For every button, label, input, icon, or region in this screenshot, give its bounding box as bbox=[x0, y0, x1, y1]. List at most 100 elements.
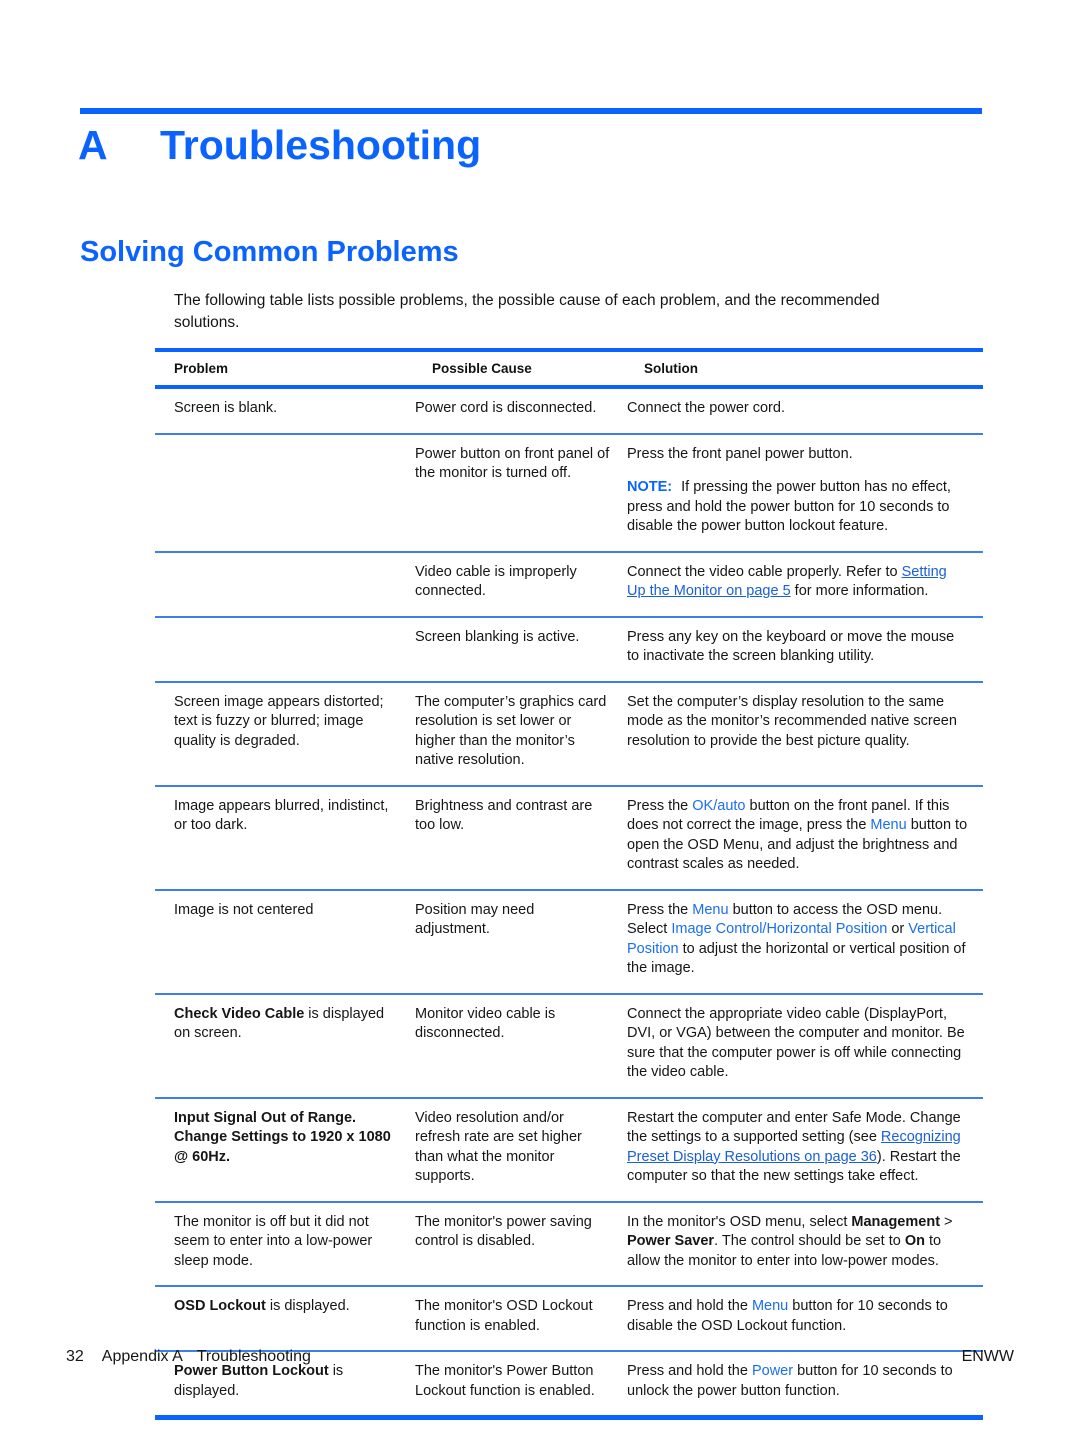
ui-term-menu: Menu bbox=[751, 1298, 789, 1314]
solution-text: Press and hold the Power button for 10 s… bbox=[627, 1362, 969, 1401]
cause-text: Video cable is improperly connected. bbox=[415, 563, 577, 600]
cell-problem: Image appears blurred, indistinct, or to… bbox=[155, 785, 413, 891]
footer-page-number: 32 bbox=[66, 1348, 84, 1365]
cell-problem: Image is not centered bbox=[155, 889, 413, 995]
cause-text: Power cord is disconnected. bbox=[415, 400, 597, 416]
solution-part: In the monitor's OSD menu, select bbox=[627, 1213, 852, 1230]
cell-problem: Check Video Cable is displayed on screen… bbox=[155, 993, 413, 1099]
cell-problem: Input Signal Out of Range. Change Settin… bbox=[155, 1097, 413, 1203]
cell-solution: Press any key on the keyboard or move th… bbox=[625, 616, 983, 683]
footer-chapter-name: Troubleshooting bbox=[196, 1348, 311, 1365]
solution-part: . The control should be set to bbox=[714, 1233, 905, 1249]
problem-text: Check Video Cable is displayed on screen… bbox=[174, 1005, 399, 1044]
chapter-letter: A bbox=[78, 122, 108, 168]
footer-appendix-label: Appendix A bbox=[101, 1348, 183, 1365]
problem-part: is displayed. bbox=[265, 1298, 350, 1314]
problem-text: Power Button Lockout is displayed. bbox=[174, 1362, 399, 1401]
cell-solution: Press the OK/auto button on the front pa… bbox=[625, 785, 983, 891]
cell-cause: Position may need adjustment. bbox=[413, 889, 625, 995]
cause-text: The monitor's power saving control is di… bbox=[415, 1213, 592, 1250]
solution-text: Connect the power cord. bbox=[627, 400, 785, 416]
solution-text: Press the OK/auto button on the front pa… bbox=[627, 797, 969, 875]
cell-solution: Restart the computer and enter Safe Mode… bbox=[625, 1097, 983, 1203]
table-row: Check Video Cable is displayed on screen… bbox=[155, 993, 983, 1099]
cell-solution: Connect the power cord. bbox=[625, 387, 983, 435]
table-row: Power button on front panel of the monit… bbox=[155, 433, 983, 553]
table-row: The monitor is off but it did not seem t… bbox=[155, 1201, 983, 1287]
solution-prefix: Connect the video cable properly. Refer … bbox=[627, 563, 902, 580]
cell-cause: Video cable is improperly connected. bbox=[413, 551, 625, 618]
cell-cause: Video resolution and/or refresh rate are… bbox=[413, 1097, 625, 1203]
cause-text: The monitor's OSD Lockout function is en… bbox=[415, 1298, 593, 1334]
problem-text: The monitor is off but it did not seem t… bbox=[174, 1213, 373, 1269]
cause-text: Monitor video cable is disconnected. bbox=[415, 1005, 556, 1042]
column-header-solution: Solution bbox=[625, 348, 983, 389]
footer-left: 32 Appendix A Troubleshooting bbox=[66, 1348, 311, 1366]
problem-message-check-video-cable: Check Video Cable bbox=[174, 1005, 305, 1022]
column-header-possible-cause: Possible Cause bbox=[413, 348, 625, 389]
cell-cause: The monitor's OSD Lockout function is en… bbox=[413, 1286, 625, 1352]
ui-term-ok-auto: OK/auto bbox=[692, 797, 746, 814]
table-row: Screen blanking is active. Press any key… bbox=[155, 616, 983, 683]
problem-message-input-signal-out-of-range: Input Signal Out of Range. Change Settin… bbox=[174, 1109, 391, 1165]
chapter-top-rule bbox=[80, 108, 982, 114]
footer-locale: ENWW bbox=[961, 1348, 1014, 1365]
ui-term-menu: Menu bbox=[870, 817, 907, 833]
ui-term-power-saver: Power Saver bbox=[627, 1233, 715, 1249]
table-row: Screen image appears distorted; text is … bbox=[155, 681, 983, 787]
cause-text: The monitor's Power Button Lockout funct… bbox=[415, 1363, 595, 1399]
cell-solution: Connect the video cable properly. Refer … bbox=[625, 551, 983, 618]
cell-cause: Screen blanking is active. bbox=[413, 616, 625, 683]
note-text: If pressing the power button has no effe… bbox=[627, 479, 951, 534]
problem-part: . bbox=[226, 1148, 231, 1165]
cause-text: Brightness and contrast are too low. bbox=[415, 797, 593, 834]
problem-text: Image appears blurred, indistinct, or to… bbox=[174, 797, 389, 834]
solution-text: In the monitor's OSD menu, select Manage… bbox=[627, 1213, 969, 1272]
table-header-row: Problem Possible Cause Solution bbox=[155, 348, 983, 389]
chapter-heading: A Troubleshooting bbox=[78, 122, 988, 169]
page-footer: 32 Appendix A Troubleshooting ENWW bbox=[66, 1348, 1014, 1366]
cell-solution: Press the front panel power button. NOTE… bbox=[625, 433, 983, 553]
table-row: Video cable is improperly connected. Con… bbox=[155, 551, 983, 618]
cause-text: Screen blanking is active. bbox=[415, 628, 580, 645]
cell-cause: Brightness and contrast are too low. bbox=[413, 785, 625, 891]
cell-solution: Connect the appropriate video cable (Dis… bbox=[625, 993, 983, 1099]
column-header-problem: Problem bbox=[155, 348, 413, 389]
note-label: NOTE: bbox=[627, 479, 673, 495]
problem-text: Input Signal Out of Range. Change Settin… bbox=[174, 1109, 399, 1168]
table-row: Image is not centered Position may need … bbox=[155, 889, 983, 995]
solution-part: Press the bbox=[627, 901, 693, 918]
troubleshooting-table: Problem Possible Cause Solution Screen i… bbox=[155, 348, 983, 1420]
intro-paragraph: The following table lists possible probl… bbox=[174, 292, 880, 331]
ui-term-menu: Menu bbox=[692, 901, 729, 918]
solution-part: Press the bbox=[627, 797, 693, 814]
cell-solution: Press and hold the Menu button for 10 se… bbox=[625, 1286, 983, 1352]
cell-cause: The computer’s graphics card resolution … bbox=[413, 681, 625, 787]
solution-text: Press any key on the keyboard or move th… bbox=[627, 628, 955, 665]
solution-text: Press the front panel power button. bbox=[627, 445, 853, 462]
cell-problem: The monitor is off but it did not seem t… bbox=[155, 1201, 413, 1287]
problem-text: OSD Lockout is displayed. bbox=[174, 1297, 399, 1317]
section-heading: Solving Common Problems bbox=[80, 236, 459, 268]
cell-cause: Power cord is disconnected. bbox=[413, 387, 625, 435]
ui-term-image-control-horizontal-position: Image Control/Horizontal Position bbox=[671, 921, 888, 937]
problem-text: Screen image appears distorted; text is … bbox=[174, 693, 384, 749]
solution-part: or bbox=[887, 921, 909, 937]
problem-text: Screen is blank. bbox=[174, 400, 278, 416]
solution-part: Press and hold the bbox=[627, 1298, 752, 1314]
cell-problem: OSD Lockout is displayed. bbox=[155, 1286, 413, 1352]
ui-term-management: Management bbox=[851, 1213, 941, 1230]
table-row: Image appears blurred, indistinct, or to… bbox=[155, 785, 983, 891]
solution-text: Press and hold the Menu button for 10 se… bbox=[627, 1297, 969, 1336]
table-row: Screen is blank. Power cord is disconnec… bbox=[155, 387, 983, 435]
cell-problem: Screen is blank. bbox=[155, 387, 413, 435]
solution-text: Connect the appropriate video cable (Dis… bbox=[627, 1005, 965, 1081]
table-header: Problem Possible Cause Solution bbox=[155, 348, 983, 389]
solution-text: Press the Menu button to access the OSD … bbox=[627, 901, 969, 979]
cell-problem: Screen image appears distorted; text is … bbox=[155, 681, 413, 787]
cell-problem bbox=[155, 551, 413, 618]
cell-cause: Monitor video cable is disconnected. bbox=[413, 993, 625, 1099]
solution-suffix: for more information. bbox=[790, 583, 929, 599]
cell-problem bbox=[155, 433, 413, 553]
cell-cause: The monitor's power saving control is di… bbox=[413, 1201, 625, 1287]
